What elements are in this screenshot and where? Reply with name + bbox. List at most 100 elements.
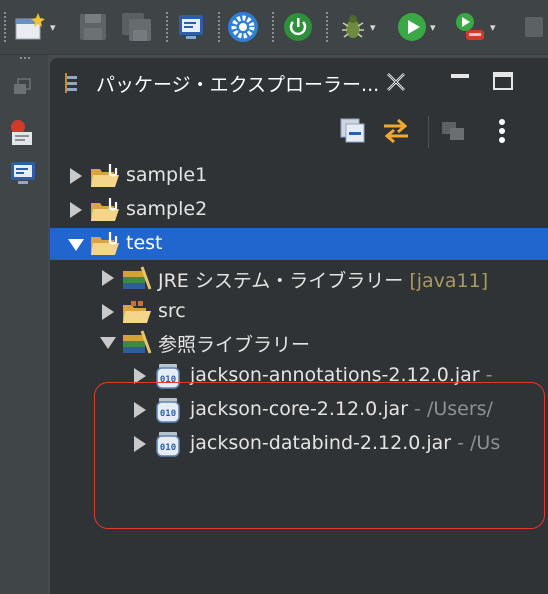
jre-version-decoration: [java11] bbox=[409, 270, 489, 292]
expand-toggle[interactable] bbox=[70, 202, 82, 218]
package-explorer-icon bbox=[65, 73, 77, 93]
filter-icon bbox=[442, 122, 464, 140]
expand-toggle[interactable] bbox=[70, 168, 82, 184]
jar-location: - /Us bbox=[451, 432, 501, 454]
tree-row-sample2[interactable]: sample2 bbox=[50, 194, 548, 226]
tree-item-label: sample2 bbox=[126, 198, 208, 220]
tree-item-label: JRE システム・ライブラリー [java11] bbox=[158, 266, 488, 293]
new-wizard-icon bbox=[15, 13, 45, 40]
toolbar-separator bbox=[326, 12, 330, 42]
svg-text:010: 010 bbox=[160, 375, 176, 385]
tree-row-jar[interactable]: 010 jackson-databind-2.12.0.jar - /Us bbox=[50, 428, 548, 460]
settings-button[interactable] bbox=[226, 10, 260, 44]
source-folder-icon bbox=[123, 301, 151, 323]
power-button[interactable] bbox=[282, 10, 314, 44]
jar-icon: 010 bbox=[156, 364, 180, 389]
settings-gear-icon bbox=[228, 12, 258, 42]
project-folder-icon bbox=[91, 164, 119, 187]
tree-item-label: src bbox=[158, 300, 186, 322]
jar-name: jackson-databind-2.12.0.jar bbox=[190, 432, 452, 454]
expand-toggle[interactable] bbox=[134, 402, 146, 418]
tree-item-label: test bbox=[126, 232, 163, 254]
tree-row-referenced-libraries[interactable]: 参照ライブラリー bbox=[50, 326, 548, 358]
trim-grip[interactable] bbox=[20, 57, 30, 61]
library-icon bbox=[123, 266, 152, 290]
tree-item-label: jackson-annotations-2.12.0.jar - bbox=[190, 364, 493, 386]
toolbar-separator bbox=[272, 12, 276, 42]
run-config-dropdown[interactable]: ▾ bbox=[490, 21, 496, 34]
overflow-icon bbox=[525, 17, 543, 37]
tree-row-jre-library[interactable]: JRE システム・ライブラリー [java11] bbox=[50, 262, 548, 294]
run-dropdown[interactable]: ▾ bbox=[430, 21, 436, 34]
power-icon bbox=[284, 13, 312, 41]
new-wizard-dropdown[interactable]: ▾ bbox=[50, 21, 56, 34]
filter-button[interactable] bbox=[438, 116, 470, 146]
link-with-editor-icon bbox=[384, 118, 408, 144]
save-all-button[interactable] bbox=[120, 10, 154, 44]
toolbar-overflow[interactable] bbox=[522, 10, 544, 44]
toolbar-separator bbox=[166, 12, 170, 42]
run-icon bbox=[398, 13, 426, 41]
terminal-button[interactable] bbox=[176, 10, 206, 44]
tree-item-label: jackson-core-2.12.0.jar - /Users/ bbox=[190, 398, 493, 420]
jar-name: jackson-core-2.12.0.jar bbox=[190, 398, 409, 420]
project-tree: sample1 sample2 test JRE システム・ライブラリー [ja… bbox=[50, 160, 548, 594]
collapse-toggle[interactable] bbox=[68, 239, 84, 251]
jre-library-name: JRE システム・ライブラリー bbox=[158, 270, 404, 292]
maximize-icon bbox=[493, 72, 513, 90]
save-icon bbox=[80, 14, 106, 40]
view-toolbar-separator bbox=[428, 116, 429, 148]
view-menu-button[interactable] bbox=[494, 116, 510, 148]
run-config-icon bbox=[456, 13, 484, 40]
package-explorer-view: パッケージ・エクスプローラー... sample1 sample2 test J… bbox=[50, 58, 548, 594]
tree-item-label: 参照ライブラリー bbox=[158, 334, 311, 356]
collapse-toggle[interactable] bbox=[100, 337, 116, 349]
project-folder-icon bbox=[91, 232, 119, 255]
restore-icon[interactable] bbox=[12, 77, 32, 97]
jar-location: - bbox=[479, 364, 493, 386]
new-wizard-button[interactable]: ▾ bbox=[14, 10, 56, 44]
expand-toggle[interactable] bbox=[102, 270, 114, 286]
run-button[interactable]: ▾ bbox=[396, 10, 436, 44]
collapse-all-icon bbox=[340, 118, 365, 143]
left-trim-bar bbox=[0, 55, 48, 594]
minimize-icon bbox=[451, 74, 469, 78]
tree-row-src[interactable]: src bbox=[50, 296, 548, 328]
toolbar-grip[interactable] bbox=[4, 12, 8, 42]
tree-row-sample1[interactable]: sample1 bbox=[50, 160, 548, 192]
console-icon[interactable] bbox=[9, 159, 37, 187]
debug-button[interactable]: ▾ bbox=[338, 10, 376, 44]
save-all-icon bbox=[122, 13, 151, 41]
jar-name: jackson-annotations-2.12.0.jar bbox=[190, 364, 480, 386]
tree-row-jar[interactable]: 010 jackson-annotations-2.12.0.jar - bbox=[50, 360, 548, 392]
view-tab-bar: パッケージ・エクスプローラー... bbox=[50, 58, 548, 104]
expand-toggle[interactable] bbox=[134, 368, 146, 384]
expand-toggle[interactable] bbox=[134, 436, 146, 452]
collapse-all-button[interactable] bbox=[338, 116, 368, 146]
jar-icon: 010 bbox=[156, 398, 180, 423]
toolbar-separator bbox=[218, 12, 222, 42]
expand-toggle[interactable] bbox=[102, 304, 114, 320]
main-toolbar: ▾ ▾ ▾ ▾ bbox=[0, 0, 548, 55]
jar-location: - /Users/ bbox=[408, 398, 493, 420]
tree-row-jar[interactable]: 010 jackson-core-2.12.0.jar - /Users/ bbox=[50, 394, 548, 426]
debug-icon bbox=[342, 15, 364, 38]
debug-dropdown[interactable]: ▾ bbox=[370, 21, 376, 34]
jar-icon: 010 bbox=[156, 432, 180, 457]
link-with-editor-button[interactable] bbox=[380, 116, 412, 146]
tree-item-label: sample1 bbox=[126, 164, 208, 186]
svg-text:010: 010 bbox=[160, 443, 176, 453]
maximize-view-button[interactable] bbox=[492, 70, 514, 92]
run-config-button[interactable]: ▾ bbox=[454, 10, 496, 44]
tree-item-label: jackson-databind-2.12.0.jar - /Us bbox=[190, 432, 500, 454]
view-close-button[interactable] bbox=[384, 70, 408, 94]
project-folder-icon bbox=[91, 198, 119, 221]
view-tab-title[interactable]: パッケージ・エクスプローラー... bbox=[96, 70, 379, 97]
tree-row-test[interactable]: test bbox=[50, 228, 548, 260]
minimize-view-button[interactable] bbox=[450, 70, 470, 90]
quick-access-icon[interactable] bbox=[8, 117, 36, 147]
terminal-icon bbox=[179, 15, 203, 39]
svg-text:010: 010 bbox=[160, 409, 176, 419]
save-button[interactable] bbox=[78, 10, 108, 44]
close-icon bbox=[387, 73, 405, 91]
